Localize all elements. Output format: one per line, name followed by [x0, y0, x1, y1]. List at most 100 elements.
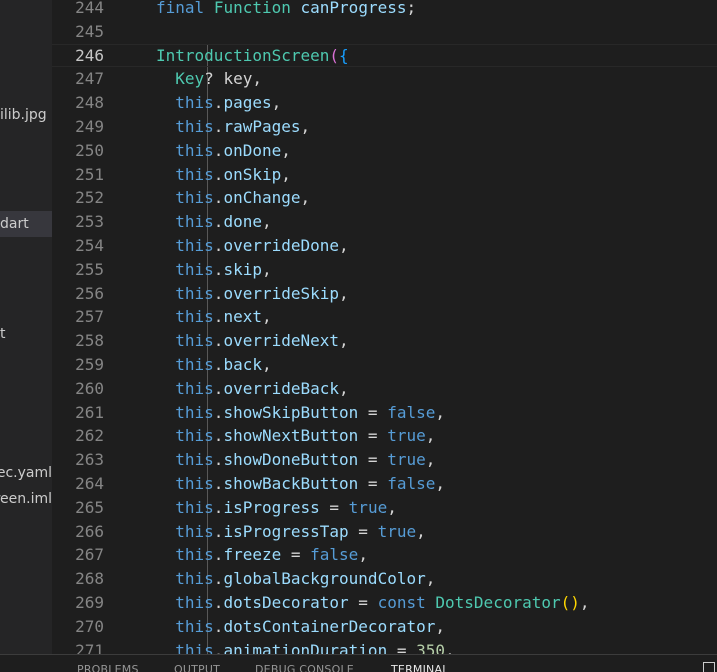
explorer-file-item[interactable]: ilib.jpg	[0, 102, 52, 128]
code-token: 350	[416, 640, 446, 654]
line-number: 248	[75, 93, 104, 113]
code-line[interactable]: 245	[52, 20, 717, 44]
code-token: canProgress	[300, 0, 407, 17]
code-token: globalBackgroundColor	[223, 569, 426, 589]
code-token: .	[213, 569, 224, 589]
code-text: this.globalBackgroundColor,	[156, 567, 435, 591]
code-token: overrideSkip	[223, 283, 340, 303]
code-text: this.overrideSkip,	[156, 282, 348, 306]
code-token: overrideDone	[223, 236, 340, 255]
code-line[interactable]: 271 this.animationDuration = 350,	[52, 639, 717, 654]
code-token: isProgress	[223, 497, 320, 517]
code-line[interactable]: 250 this.onDone,	[52, 139, 717, 163]
code-editor[interactable]: 244 final Function canProgress; 245 246 Intr…	[52, 0, 717, 654]
code-token: true	[377, 521, 417, 541]
code-text: IntroductionScreen({	[156, 44, 349, 68]
code-text: this.rawPages,	[156, 115, 310, 139]
code-token: this	[175, 188, 214, 208]
code-token: overrideBack	[223, 378, 340, 398]
code-line[interactable]: 263 this.showDoneButton = true,	[52, 448, 717, 472]
line-number: 253	[75, 212, 104, 232]
explorer-file-label: t	[0, 326, 6, 342]
code-token: final	[156, 0, 205, 17]
explorer-file-item-selected[interactable]: dart	[0, 211, 52, 237]
line-number: 259	[75, 355, 104, 374]
code-text: this.overrideBack,	[156, 377, 349, 401]
code-token: onSkip	[223, 164, 282, 184]
line-number: 264	[75, 474, 104, 493]
explorer-file-label: introduction_screen.iml	[0, 491, 52, 507]
code-line[interactable]: 256 this.overrideSkip,	[52, 282, 717, 306]
code-token: ,	[425, 426, 436, 446]
code-token: ()	[560, 593, 580, 612]
code-line[interactable]: 267 this.freeze = false,	[52, 543, 717, 567]
code-line[interactable]: 269 this.dotsDecorator = const DotsDecor…	[52, 591, 717, 615]
tab-problems[interactable]: PROBLEMS	[77, 663, 139, 672]
code-line[interactable]: 244 final Function canProgress;	[52, 0, 717, 20]
line-number: 254	[75, 236, 104, 255]
code-line[interactable]: 249 this.rawPages,	[52, 115, 717, 139]
code-text: this.skip,	[156, 258, 271, 282]
code-line[interactable]: 270 this.dotsContainerDecorator,	[52, 615, 717, 639]
code-line[interactable]: 251 this.onSkip,	[52, 163, 717, 187]
tab-output[interactable]: OUTPUT	[174, 663, 220, 672]
code-token: .	[213, 450, 224, 470]
code-token: this	[175, 117, 214, 136]
code-line[interactable]: 253 this.done,	[52, 210, 717, 234]
maximize-panel-icon[interactable]	[703, 662, 715, 672]
code-token: this	[175, 640, 214, 654]
code-line[interactable]: 266 this.isProgressTap = true,	[52, 520, 717, 544]
explorer-file-item[interactable]: t	[0, 321, 52, 347]
tab-terminal[interactable]: TERMINAL	[391, 663, 449, 672]
code-token: DotsDecorator	[435, 593, 561, 612]
code-token: showBackButton	[223, 474, 359, 493]
code-token: ,	[271, 93, 282, 113]
code-line[interactable]: 268 this.globalBackgroundColor,	[52, 567, 717, 591]
code-line[interactable]: 258 this.overrideNext,	[52, 329, 717, 353]
code-token: this	[175, 474, 214, 493]
code-line[interactable]: 259 this.back,	[52, 353, 717, 377]
code-token: this	[175, 140, 214, 160]
code-token: ,	[261, 355, 272, 374]
code-token: .	[213, 188, 224, 208]
code-line[interactable]: 262 this.showNextButton = true,	[52, 424, 717, 448]
code-token: =	[387, 640, 417, 654]
code-token: ,	[300, 188, 311, 208]
code-token: done	[223, 212, 262, 232]
line-number: 268	[75, 569, 104, 589]
code-text: final Function canProgress;	[156, 0, 416, 20]
code-text: this.onChange,	[156, 186, 310, 210]
code-text: this.isProgressTap = true,	[156, 520, 425, 544]
code-token: ,	[339, 378, 349, 398]
code-line[interactable]: 254 this.overrideDone,	[52, 234, 717, 258]
code-token: ,	[281, 140, 291, 160]
code-line[interactable]: 264 this.showBackButton = false,	[52, 472, 717, 496]
code-line[interactable]: 246 IntroductionScreen({	[52, 44, 717, 68]
code-token: this	[175, 521, 214, 541]
code-line[interactable]: 248 this.pages,	[52, 91, 717, 115]
code-line[interactable]: 247 Key? key,	[52, 67, 717, 91]
code-token: =	[358, 402, 388, 422]
code-token: ,	[300, 117, 311, 136]
code-line[interactable]: 255 this.skip,	[52, 258, 717, 282]
code-line[interactable]: 257 this.next,	[52, 305, 717, 329]
explorer-file-item[interactable]: pubspec.yaml	[0, 460, 52, 486]
tab-debug-console[interactable]: DEBUG CONSOLE	[255, 663, 354, 672]
code-token: true	[387, 426, 426, 446]
explorer-file-label: pubspec.yaml	[0, 465, 52, 481]
code-token: .	[213, 378, 224, 398]
code-line[interactable]: 252 this.onChange,	[52, 186, 717, 210]
code-token: this	[175, 307, 214, 327]
code-text: this.onSkip,	[156, 163, 291, 187]
code-token: .	[213, 307, 224, 327]
code-line[interactable]: 261 this.showSkipButton = false,	[52, 401, 717, 425]
code-line[interactable]: 265 this.isProgress = true,	[52, 496, 717, 520]
explorer-file-item[interactable]: introduction_screen.iml	[0, 486, 52, 512]
code-token: this	[175, 426, 214, 446]
code-token: const	[377, 593, 426, 612]
code-line[interactable]: 260 this.overrideBack,	[52, 377, 717, 401]
